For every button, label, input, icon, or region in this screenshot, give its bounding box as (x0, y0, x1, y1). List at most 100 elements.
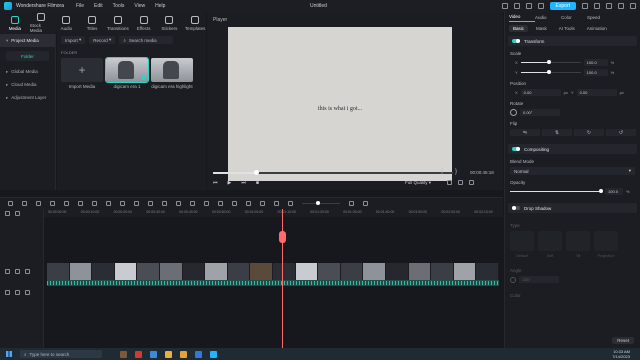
blend-mode-select[interactable]: Normal ▾ (510, 167, 635, 175)
opacity-field[interactable]: 100.0 (605, 188, 623, 195)
position-y-field[interactable]: 0.00 (576, 89, 617, 96)
render-icon[interactable] (218, 201, 223, 206)
shadow-angle-field[interactable]: 135° (519, 276, 559, 283)
flip-vertical-button[interactable]: ⇅ (542, 129, 572, 136)
import-media-tile[interactable]: + Import Media (61, 58, 103, 89)
more-icon[interactable] (148, 201, 153, 206)
menu-file[interactable]: File (76, 3, 84, 9)
snapshot-icon[interactable] (232, 201, 237, 206)
shadow-preset-default[interactable] (510, 231, 534, 251)
rotate-clockwise-button[interactable]: ↻ (574, 129, 604, 136)
menu-tools[interactable]: Tools (113, 3, 125, 9)
undo-icon[interactable] (22, 201, 27, 206)
snapshot-icon[interactable] (447, 180, 452, 185)
scale-y-field[interactable]: 100.0 (583, 69, 608, 76)
stabilize-icon[interactable] (204, 201, 209, 206)
shadow-preset-tilt[interactable] (566, 231, 590, 251)
speed-icon[interactable] (106, 201, 111, 206)
menu-view[interactable]: View (134, 3, 145, 9)
system-tray[interactable]: 10:33 AM 7/14/2023 (612, 349, 630, 359)
rotate-field[interactable]: 0.00° (520, 109, 560, 116)
maximize-icon[interactable] (618, 3, 624, 9)
sidebar-item-project-media[interactable]: ▾ Project Media (0, 34, 55, 47)
mark-in-icon[interactable]: { (441, 169, 443, 175)
subtab-mask[interactable]: Mask (532, 25, 551, 32)
preview-canvas[interactable]: this is what i got... (228, 27, 452, 181)
media-tile[interactable]: digicam era highlight (151, 58, 193, 89)
file-explorer-icon[interactable] (180, 350, 187, 358)
tab-audio[interactable]: Audio (535, 12, 561, 22)
voiceover-icon[interactable] (246, 201, 251, 206)
import-dropdown[interactable]: Import ▾ (61, 36, 86, 44)
opacity-slider[interactable] (510, 189, 603, 193)
zoom-out-icon[interactable] (288, 201, 293, 206)
add-track-icon[interactable] (5, 211, 10, 216)
layout-icon[interactable] (8, 201, 13, 206)
angle-dial-icon[interactable] (510, 276, 516, 283)
volume-icon[interactable] (458, 180, 463, 185)
subtab-animation[interactable]: Animation (583, 25, 611, 32)
cut-icon[interactable] (64, 201, 69, 206)
delete-icon[interactable] (50, 201, 55, 206)
rotate-dial-icon[interactable] (510, 109, 517, 116)
quality-dropdown[interactable]: Full Quality ▾ (405, 180, 431, 186)
scale-x-field[interactable]: 100.0 (583, 59, 608, 66)
minimize-icon[interactable] (606, 3, 612, 9)
tab-transitions[interactable]: Transitions (107, 12, 129, 34)
layout-icon[interactable] (501, 3, 508, 9)
speaker-icon[interactable] (25, 290, 30, 295)
marker-icon[interactable] (274, 201, 279, 206)
shadow-preset-soft[interactable] (538, 231, 562, 251)
slider-handle[interactable] (546, 60, 551, 64)
grid-icon[interactable] (363, 201, 368, 206)
save-icon[interactable] (513, 3, 520, 9)
scale-x-slider[interactable] (520, 60, 581, 64)
next-frame-icon[interactable]: ⏭ (241, 180, 246, 186)
drop-shadow-toggle[interactable] (512, 206, 520, 210)
rotate-counterclockwise-button[interactable]: ↺ (606, 129, 636, 136)
text-icon[interactable] (92, 201, 97, 206)
compositing-section[interactable]: Compositing (508, 144, 637, 154)
windows-start-icon[interactable] (6, 351, 12, 357)
sidebar-item-adjustment-layer[interactable]: ▸ Adjustment Layer (0, 91, 55, 104)
tab-color[interactable]: Color (561, 12, 587, 22)
ai-icon[interactable] (190, 201, 195, 206)
slider-handle[interactable] (546, 70, 551, 74)
filmora-taskbar-icon[interactable] (210, 350, 217, 358)
cloud-icon[interactable] (525, 3, 532, 9)
audio-icon[interactable] (134, 201, 139, 206)
zoom-in-icon[interactable] (349, 201, 354, 206)
lock-icon[interactable] (15, 290, 20, 295)
tab-video[interactable]: Video (509, 12, 535, 22)
scale-y-slider[interactable] (520, 70, 581, 74)
time-ruler[interactable]: 00:00:00:00 00:00:10:00 00:00:20:00 00:00:3… (44, 209, 503, 217)
link-icon[interactable] (15, 211, 20, 216)
tab-templates[interactable]: Templates (184, 12, 206, 34)
menu-edit[interactable]: Edit (94, 3, 103, 9)
flip-horizontal-button[interactable]: ⇋ (510, 129, 540, 136)
sidebar-item-cloud-media[interactable]: ▸ Cloud Media (0, 78, 55, 91)
subtab-basic[interactable]: Basic (509, 24, 529, 32)
media-tile[interactable]: digicam era 1 (105, 57, 149, 89)
slider-handle[interactable] (599, 189, 603, 193)
play-icon[interactable]: ▶ (228, 180, 232, 186)
tab-titles[interactable]: Titles (81, 12, 103, 34)
adjust-icon[interactable] (162, 201, 167, 206)
app-icon[interactable] (135, 350, 142, 358)
playback-scrubber[interactable] (213, 170, 453, 175)
redo-icon[interactable] (36, 201, 41, 206)
close-icon[interactable] (630, 3, 636, 9)
gift-icon[interactable] (594, 3, 600, 9)
keyframe-icon[interactable] (176, 201, 181, 206)
search-input[interactable]: ⌕ Search media (119, 36, 174, 44)
edge-icon[interactable] (150, 350, 157, 358)
tab-effects[interactable]: Effects (133, 12, 155, 34)
reset-button[interactable]: Reset (612, 337, 634, 344)
record-dropdown[interactable]: Record ▾ (89, 36, 116, 44)
playhead-handle[interactable] (279, 231, 286, 243)
chrome-icon[interactable] (165, 350, 172, 358)
eye-icon[interactable] (25, 269, 30, 274)
folder-button[interactable]: Folder (6, 51, 49, 61)
tab-audio[interactable]: Audio (55, 12, 77, 34)
crop-icon[interactable] (78, 201, 83, 206)
